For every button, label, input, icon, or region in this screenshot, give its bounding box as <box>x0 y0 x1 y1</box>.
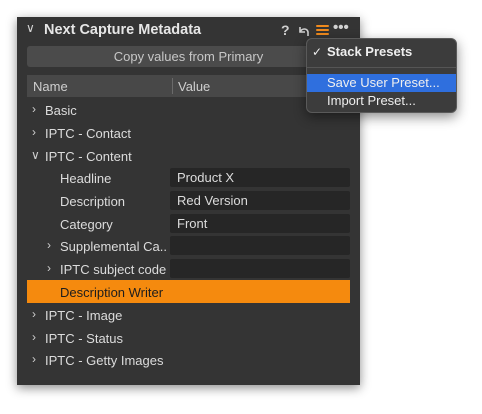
tree-row-iptc-getty-images[interactable]: › IPTC - Getty Images <box>27 349 350 371</box>
menu-item-label: Save User Preset... <box>327 75 440 90</box>
tree-row-iptc-contact[interactable]: › IPTC - Contact <box>27 122 350 144</box>
supplemental-category-field[interactable] <box>170 236 350 255</box>
field-row-subject-code[interactable]: › IPTC subject code <box>27 258 350 280</box>
menu-item-label: Stack Presets <box>327 44 413 59</box>
tree-row-label: IPTC - Getty Images <box>45 353 164 368</box>
chevron-right-icon[interactable]: › <box>32 102 36 116</box>
field-label: Headline <box>60 171 112 186</box>
field-label: Category <box>60 217 113 232</box>
column-header: Name Value <box>27 75 350 97</box>
copy-from-primary-button[interactable]: Copy values from Primary <box>27 46 350 67</box>
chevron-right-icon[interactable]: › <box>47 238 51 252</box>
column-divider[interactable] <box>172 78 173 94</box>
reset-arrow-icon[interactable] <box>297 24 311 38</box>
subject-code-field[interactable] <box>170 259 350 278</box>
tree-row-iptc-content[interactable]: ∨ IPTC - Content <box>27 145 350 167</box>
menu-item-import-preset[interactable]: Import Preset... <box>307 92 456 110</box>
category-field[interactable]: Front <box>170 214 350 233</box>
field-label: IPTC subject code <box>60 262 167 277</box>
field-label: Description <box>60 194 126 209</box>
field-label: Description Writer <box>60 285 164 300</box>
menu-item-label: Import Preset... <box>327 93 416 108</box>
description-field[interactable]: Red Version <box>170 191 350 210</box>
collapse-chevron-icon[interactable]: ∨ <box>26 21 35 35</box>
field-row-description-writer[interactable]: Description Writer <box>27 280 350 303</box>
chevron-right-icon[interactable]: › <box>32 352 36 366</box>
menu-item-stack-presets[interactable]: ✓ Stack Presets <box>307 43 456 61</box>
tree-row-label: IPTC - Status <box>45 331 124 346</box>
tree-row-label: Basic <box>45 103 77 118</box>
tree-row-basic[interactable]: › Basic <box>27 99 350 121</box>
panel-title: Next Capture Metadata <box>44 22 202 38</box>
chevron-right-icon[interactable]: › <box>32 330 36 344</box>
chevron-right-icon[interactable]: › <box>47 261 51 275</box>
menu-divider <box>307 67 456 68</box>
chevron-right-icon[interactable]: › <box>32 307 36 321</box>
tree-row-iptc-status[interactable]: › IPTC - Status <box>27 327 350 349</box>
tree-row-label: IPTC - Content <box>45 149 132 164</box>
chevron-down-icon[interactable]: ∨ <box>31 148 40 162</box>
checkmark-icon: ✓ <box>312 45 323 59</box>
headline-field[interactable]: Product X <box>170 168 350 187</box>
menu-item-save-user-preset[interactable]: Save User Preset... <box>307 74 456 92</box>
column-value[interactable]: Value <box>178 79 210 94</box>
tree-row-iptc-image[interactable]: › IPTC - Image <box>27 304 350 326</box>
field-row-category: Category Front <box>27 213 350 235</box>
help-button[interactable]: ? <box>281 22 290 38</box>
field-label: Supplemental Ca... <box>60 239 168 254</box>
field-row-description: Description Red Version <box>27 190 350 212</box>
tree-row-label: IPTC - Image <box>45 308 123 323</box>
tree-row-label: IPTC - Contact <box>45 126 131 141</box>
more-dots-icon[interactable]: ••• <box>333 19 349 36</box>
field-row-headline: Headline Product X <box>27 167 350 189</box>
presets-menu: ✓ Stack Presets Save User Preset... Impo… <box>306 38 457 113</box>
presets-list-icon[interactable] <box>316 25 329 36</box>
field-row-supplemental-category[interactable]: › Supplemental Ca... <box>27 235 350 257</box>
chevron-right-icon[interactable]: › <box>32 125 36 139</box>
column-name[interactable]: Name <box>33 79 68 94</box>
